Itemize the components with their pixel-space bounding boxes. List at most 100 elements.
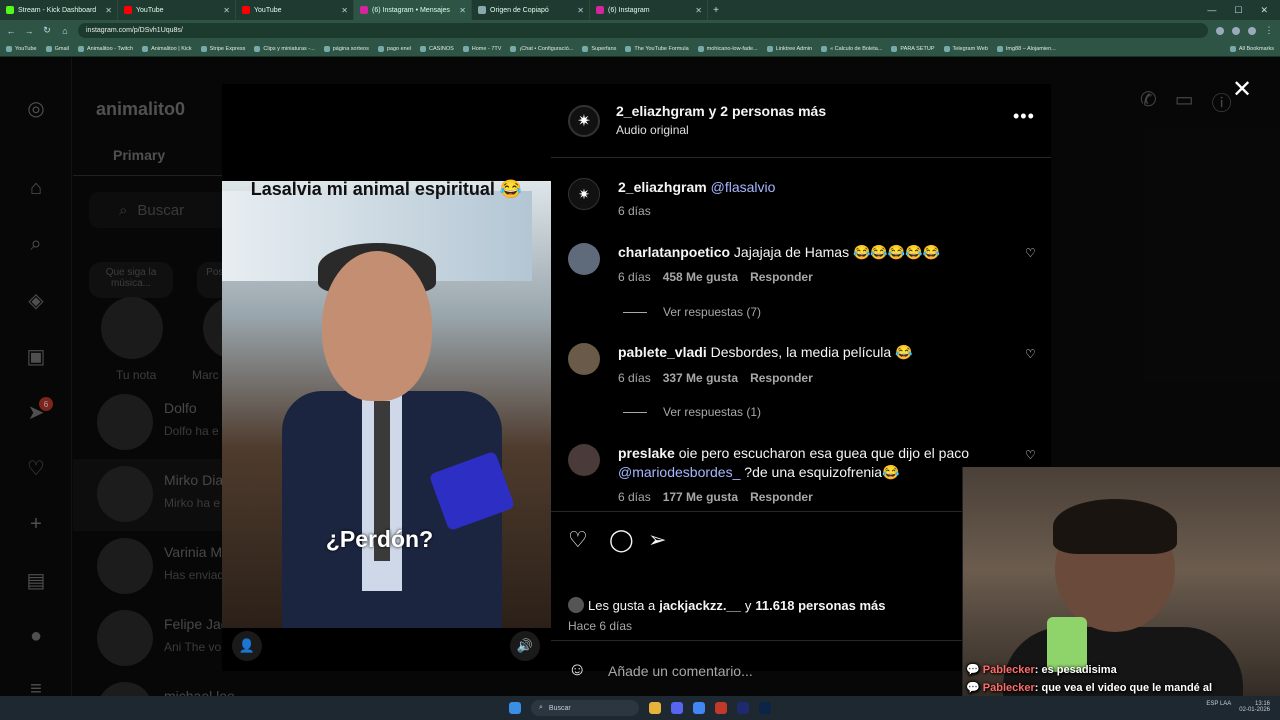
timestamp: 6 días [618, 490, 651, 504]
comment-username[interactable]: charlatanpoetico [618, 244, 730, 260]
browser-tab[interactable]: YouTube ✕ [236, 0, 354, 20]
extension-icon[interactable] [1216, 26, 1224, 35]
taskbar-search[interactable]: ⌕ Buscar [531, 700, 639, 716]
like-count[interactable]: 458 Me gusta [663, 270, 738, 284]
post-authors[interactable]: 2_eliazhgram y 2 personas más [616, 103, 826, 119]
browser-tab[interactable]: (6) Instagram ✕ [590, 0, 708, 20]
bookmark-item[interactable]: Stripe Express [200, 45, 246, 52]
comment-username[interactable]: pablete_vladi [618, 344, 707, 360]
view-replies-button[interactable]: Ver respuestas (7) [623, 305, 761, 319]
like-comment-icon[interactable]: ♡ [1025, 347, 1036, 361]
youtube-icon [124, 6, 132, 14]
volume-icon[interactable]: 🔊 [510, 631, 540, 661]
emoji-icon[interactable]: ☺ [568, 659, 586, 680]
close-tab-icon[interactable]: ✕ [577, 6, 584, 15]
avatar[interactable] [568, 343, 600, 375]
bookmark-item[interactable]: The YouTube Formula [625, 45, 689, 52]
discord-icon[interactable] [671, 702, 683, 714]
close-tab-icon[interactable]: ✕ [341, 6, 348, 15]
close-window-icon[interactable]: ✕ [1260, 5, 1268, 16]
url-input[interactable]: instagram.com/p/DSvh1Uqu8s/ [78, 23, 1208, 38]
reply-button[interactable]: Responder [750, 371, 813, 385]
maximize-icon[interactable]: ☐ [1234, 5, 1242, 16]
add-comment-input[interactable]: Añade un comentario... [608, 663, 753, 679]
url-text: instagram.com/p/DSvh1Uqu8s/ [86, 27, 183, 34]
avatar[interactable] [568, 243, 600, 275]
browser-tab[interactable]: Stream - Kick Dashboard ✕ [0, 0, 118, 20]
tagged-people-icon[interactable]: 👤 [232, 631, 262, 661]
bookmark-item[interactable]: página sorteos [323, 45, 369, 52]
minimize-icon[interactable]: — [1207, 5, 1216, 16]
likes-text: Les gusta a [588, 597, 656, 613]
bookmark-item[interactable]: Telegram Web [943, 45, 988, 52]
tab-title: YouTube [254, 6, 282, 14]
avatar[interactable]: ✷ [568, 105, 600, 137]
clock[interactable]: 13:16 02-01-2026 [1239, 701, 1270, 713]
profile-icon[interactable] [1248, 26, 1256, 35]
view-replies-button[interactable]: Ver respuestas (1) [623, 405, 761, 419]
chrome-icon[interactable] [693, 702, 705, 714]
premiere-icon[interactable] [737, 702, 749, 714]
close-tab-icon[interactable]: ✕ [223, 6, 230, 15]
close-tab-icon[interactable]: ✕ [105, 6, 112, 15]
likes-summary[interactable]: Les gusta a jackjackzz.__ y 11.618 perso… [568, 597, 886, 613]
menu-icon[interactable]: ⋮ [1264, 25, 1274, 36]
audio-link[interactable]: Audio original [616, 123, 689, 137]
avatar[interactable] [568, 444, 600, 476]
reload-icon[interactable]: ↻ [42, 25, 52, 36]
app-icon[interactable] [715, 702, 727, 714]
reel-video[interactable]: Lasalvia mi animal espiritual 😂 ¿Perdón?… [222, 84, 551, 671]
bookmark-icon [462, 45, 469, 52]
close-icon[interactable]: ✕ [1232, 75, 1252, 104]
photoshop-icon[interactable] [759, 702, 771, 714]
comment-username[interactable]: 2_eliazhgram [618, 179, 707, 195]
bookmark-label: Superfans [591, 45, 617, 52]
comment-username[interactable]: preslake [618, 445, 675, 461]
bookmark-item[interactable]: pago enel [377, 45, 411, 52]
all-bookmarks[interactable]: All Bookmarks [1229, 45, 1274, 52]
close-tab-icon[interactable]: ✕ [459, 6, 466, 15]
share-icon[interactable]: ➢ [648, 527, 666, 553]
browser-tab[interactable]: Origen de Copiapó ✕ [472, 0, 590, 20]
comment-icon[interactable]: ◯ [609, 527, 634, 553]
file-explorer-icon[interactable] [649, 702, 661, 714]
bookmark-icon [821, 45, 828, 52]
like-count[interactable]: 177 Me gusta [663, 490, 738, 504]
like-count[interactable]: 337 Me gusta [663, 371, 738, 385]
bookmark-item[interactable]: Img88 – Alojamien... [996, 45, 1056, 52]
extension-icon[interactable] [1232, 26, 1240, 35]
bookmark-item[interactable]: ¡Chat • Configuració... [510, 45, 573, 52]
avatar[interactable]: ✷ [568, 178, 600, 210]
like-icon[interactable]: ♡ [568, 527, 588, 553]
bookmark-item[interactable]: PARA SETUP [891, 45, 935, 52]
bookmark-item[interactable]: YouTube [6, 45, 37, 52]
bookmark-item[interactable]: « Calculo de Boleta... [821, 45, 882, 52]
forward-icon[interactable]: → [24, 26, 34, 36]
home-icon[interactable]: ⌂ [60, 26, 70, 36]
browser-tab[interactable]: YouTube ✕ [118, 0, 236, 20]
bookmark-item[interactable]: Animalitoo - Twitch [78, 45, 133, 52]
browser-tab-active[interactable]: (6) Instagram • Mensajes ✕ [354, 0, 472, 20]
reply-button[interactable]: Responder [750, 490, 813, 504]
language-indicator[interactable]: ESP LAA [1206, 701, 1231, 713]
more-options-icon[interactable]: ••• [1013, 106, 1035, 127]
comment: pablete_vladi Desbordes, la media pelícu… [618, 343, 1013, 362]
like-comment-icon[interactable]: ♡ [1025, 448, 1036, 462]
bookmark-item[interactable]: Clips y miniaturas -... [254, 45, 315, 52]
reply-button[interactable]: Responder [750, 270, 813, 284]
bookmark-item[interactable]: CASINOS [420, 45, 454, 52]
mention-link[interactable]: @mariodesbordes_ [618, 464, 740, 480]
bookmark-label: Stripe Express [209, 45, 246, 52]
bookmark-item[interactable]: Linktree Admin [766, 45, 812, 52]
bookmark-item[interactable]: Home - 7TV [462, 45, 501, 52]
bookmark-item[interactable]: Animalitoo | Kick [142, 45, 192, 52]
windows-start-icon[interactable] [509, 702, 521, 714]
bookmark-item[interactable]: Gmail [45, 45, 69, 52]
like-comment-icon[interactable]: ♡ [1025, 246, 1036, 260]
new-tab-button[interactable]: + [708, 5, 724, 16]
bookmark-item[interactable]: mohicano-low-fade... [697, 45, 758, 52]
close-tab-icon[interactable]: ✕ [695, 6, 702, 15]
back-icon[interactable]: ← [6, 26, 16, 36]
mention-link[interactable]: @flasalvio [711, 179, 776, 195]
bookmark-item[interactable]: Superfans [582, 45, 617, 52]
